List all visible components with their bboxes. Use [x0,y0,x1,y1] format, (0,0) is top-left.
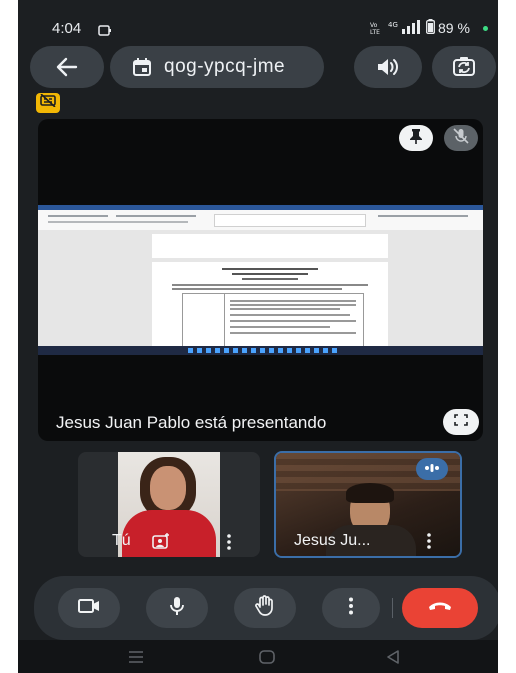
end-call-icon [427,599,453,617]
battery-icon [426,19,435,39]
document-page [152,262,388,348]
svg-text:Vo: Vo [370,22,378,29]
presentation-stage[interactable] [38,119,483,441]
participant-video-tile[interactable]: Jesus Ju... [274,451,462,558]
end-call-button[interactable] [402,588,478,628]
recent-apps-icon[interactable] [128,650,144,669]
audio-level-icon [424,460,440,478]
presenter-muted-indicator [444,125,478,151]
mic-toggle-button[interactable] [146,588,208,628]
vo-lte-icon: Vo LTE [370,21,386,40]
microphone-icon [169,596,185,621]
meet-call-screen: 4:04 Vo LTE 4G 89 % qog-ypcq-jme Jesus J… [18,0,498,673]
self-name: Tú [112,532,131,549]
document-page-top [152,234,388,258]
more-vertical-icon [348,597,354,620]
presenter-label: Jesus Juan Pablo está presentando [56,413,327,432]
pin-button[interactable] [399,125,433,151]
meeting-info-button[interactable]: qog-ypcq-jme [110,46,324,88]
svg-text:LTE: LTE [370,29,380,35]
more-options-button[interactable] [322,588,380,628]
switch-camera-icon [452,56,476,78]
back-nav-icon[interactable] [386,650,400,669]
system-navigation-bar [18,640,498,673]
signal-icon: 4G [388,19,428,40]
more-vertical-icon[interactable] [226,534,232,555]
controls-divider [392,598,393,618]
camera-toggle-button[interactable] [58,588,120,628]
fullscreen-button[interactable] [443,409,479,435]
raise-hand-icon [255,594,275,622]
captions-off-icon [40,93,56,112]
calendar-icon [132,57,152,77]
call-controls-bar [34,576,498,640]
speaking-indicator [416,458,448,480]
pin-icon [409,128,423,149]
home-icon[interactable] [259,650,275,669]
status-time: 4:04 [52,20,82,37]
document-area [38,230,483,348]
participant-name: Jesus Ju... [294,532,371,549]
self-video-tile[interactable]: Tú [78,452,260,557]
mic-off-icon [453,127,469,149]
fullscreen-icon [454,413,468,431]
screen-cast-icon [98,23,112,41]
raise-hand-button[interactable] [234,588,296,628]
captions-badge[interactable] [36,93,60,113]
switch-camera-button[interactable] [432,46,496,88]
arrow-left-icon [56,57,78,77]
meeting-code: qog-ypcq-jme [164,56,286,77]
audio-output-button[interactable] [354,46,422,88]
background-effects-icon[interactable] [152,533,170,554]
word-ribbon [38,210,483,231]
video-camera-icon [78,598,100,619]
network-type: 4G [388,21,398,29]
more-vertical-icon[interactable] [426,533,432,554]
speaker-icon [376,57,400,77]
privacy-dot-icon [483,26,488,31]
back-button[interactable] [30,46,104,88]
windows-taskbar [38,346,483,355]
shared-screen [38,205,483,355]
battery-percent: 89 % [438,20,470,36]
